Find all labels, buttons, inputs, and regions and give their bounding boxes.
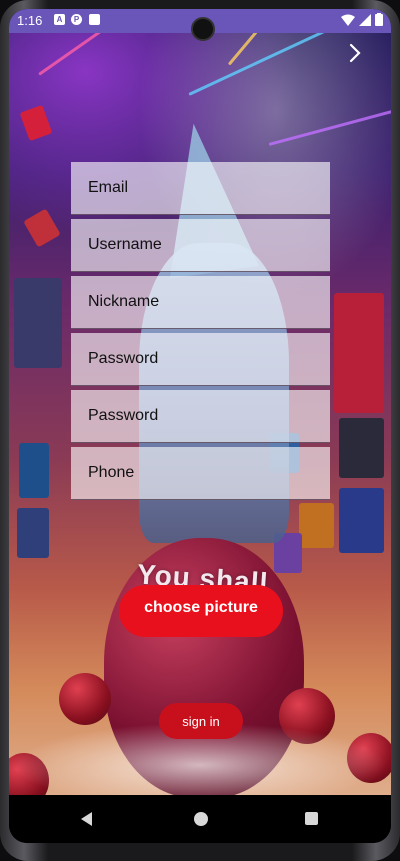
notification-p-icon: P: [71, 14, 82, 25]
back-icon[interactable]: [81, 812, 92, 826]
username-field[interactable]: [71, 219, 330, 272]
wifi-icon: [341, 14, 355, 26]
recent-apps-icon[interactable]: [305, 812, 318, 825]
nickname-field[interactable]: [71, 276, 330, 329]
navigation-bar: [9, 795, 391, 843]
battery-icon: [375, 13, 383, 26]
email-input[interactable]: [86, 178, 320, 198]
confirm-password-input[interactable]: [86, 406, 320, 426]
signal-icon: [359, 13, 371, 26]
phone-frame: You shall 1:16 A P Email Username Nickna…: [0, 0, 400, 861]
choose-picture-button[interactable]: choose picture: [119, 585, 283, 637]
front-camera: [191, 17, 215, 41]
phone-input[interactable]: [86, 463, 320, 483]
password-input[interactable]: [86, 349, 320, 369]
forward-chevron-icon[interactable]: [344, 42, 366, 64]
notification-a-icon: A: [54, 14, 65, 25]
status-time: 1:16: [17, 13, 43, 28]
status-icons: [341, 13, 383, 26]
screen: You shall 1:16 A P Email Username Nickna…: [9, 9, 391, 843]
password-field[interactable]: [71, 333, 330, 386]
phone-field[interactable]: [71, 447, 330, 500]
home-icon[interactable]: [194, 812, 208, 826]
nickname-input[interactable]: [86, 292, 320, 312]
email-field[interactable]: [71, 162, 330, 215]
confirm-password-field[interactable]: [71, 390, 330, 443]
sign-in-button[interactable]: sign in: [159, 703, 243, 739]
sim-card-icon: [89, 14, 100, 25]
username-input[interactable]: [86, 235, 320, 255]
